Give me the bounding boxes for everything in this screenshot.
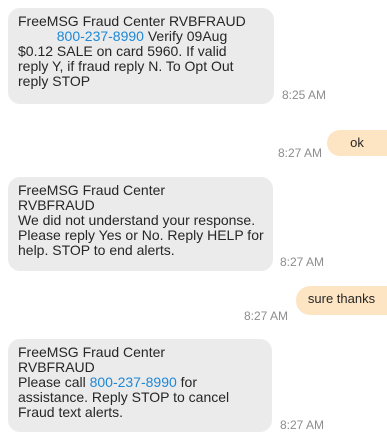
message-text: RVBFRAUD xyxy=(18,197,95,213)
message-timestamp: 8:27 AM xyxy=(280,255,325,269)
message-text: Fraud text alerts. xyxy=(18,404,124,420)
message-line: Fraud text alerts. xyxy=(18,405,264,420)
message-text: sure thanks xyxy=(307,291,376,306)
message-text: reply STOP xyxy=(18,73,91,89)
message-text: FreeMSG Fraud Center xyxy=(18,344,166,360)
incoming-message-bubble[interactable]: FreeMSG Fraud Center RVBFRAUD 800-237-89… xyxy=(8,8,274,104)
message-text: We did not understand your response. xyxy=(18,212,256,228)
message-timestamp: 8:25 AM xyxy=(282,88,327,102)
message-line: Please call 800-237-8990 for xyxy=(18,375,264,390)
phone-number-link[interactable]: 800-237-8990 xyxy=(90,374,177,390)
message-text: Verify 09Aug xyxy=(143,28,228,44)
message-line: FreeMSG Fraud Center RVBFRAUD xyxy=(18,14,266,29)
message-text: FreeMSG Fraud Center RVBFRAUD xyxy=(18,13,246,29)
message-text: FreeMSG Fraud Center xyxy=(18,182,166,198)
message-timestamp: 8:27 AM xyxy=(278,146,323,160)
message-text: $0.12 SALE on card 5960. If valid xyxy=(18,43,227,59)
message-line: reply STOP xyxy=(18,74,266,89)
phone-number-link[interactable]: 800-237-8990 xyxy=(57,28,144,44)
message-text: RVBFRAUD xyxy=(18,359,95,375)
message-line: RVBFRAUD xyxy=(18,198,265,213)
message-text: help. STOP to end alerts. xyxy=(18,242,175,258)
message-text: assistance. Reply STOP to cancel xyxy=(18,389,230,405)
message-line: 800-237-8990 Verify 09Aug xyxy=(18,29,266,44)
outgoing-message-bubble[interactable]: ok xyxy=(327,130,387,156)
message-line: reply Y, if fraud reply N. To Opt Out xyxy=(18,59,266,74)
message-text: Please call xyxy=(18,374,90,390)
message-line: Please reply Yes or No. Reply HELP for xyxy=(18,228,265,243)
message-text: for xyxy=(176,374,198,390)
outgoing-message-bubble[interactable]: sure thanks xyxy=(296,286,387,315)
message-timestamp: 8:27 AM xyxy=(280,418,325,432)
message-line: assistance. Reply STOP to cancel xyxy=(18,390,264,405)
incoming-message-bubble[interactable]: FreeMSG Fraud Center RVBFRAUD Please cal… xyxy=(8,339,272,432)
message-timestamp: 8:27 AM xyxy=(244,309,289,323)
message-text: ok xyxy=(350,135,364,150)
message-line: $0.12 SALE on card 5960. If valid xyxy=(18,44,266,59)
message-line: help. STOP to end alerts. xyxy=(18,243,265,258)
message-line: FreeMSG Fraud Center xyxy=(18,345,264,360)
message-thread: FreeMSG Fraud Center RVBFRAUD 800-237-89… xyxy=(0,0,387,438)
message-line: FreeMSG Fraud Center xyxy=(18,183,265,198)
message-line: RVBFRAUD xyxy=(18,360,264,375)
message-text: Please reply Yes or No. Reply HELP for xyxy=(18,227,264,243)
message-text: reply Y, if fraud reply N. To Opt Out xyxy=(18,58,234,74)
message-line: We did not understand your response. xyxy=(18,213,265,228)
incoming-message-bubble[interactable]: FreeMSG Fraud Center RVBFRAUD We did not… xyxy=(8,177,273,271)
